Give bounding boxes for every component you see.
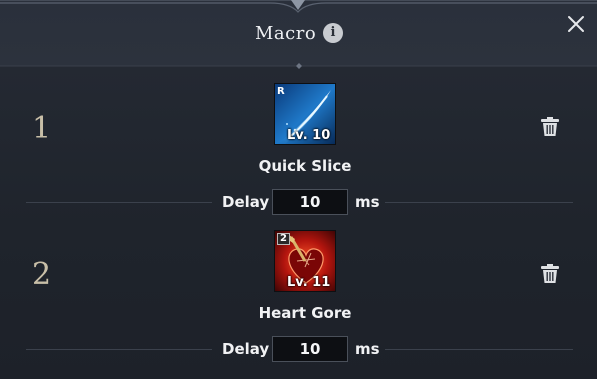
- delay-input[interactable]: [272, 189, 348, 215]
- delay-label: Delay: [222, 193, 270, 211]
- trash-icon[interactable]: [539, 116, 561, 138]
- top-ornament: [0, 0, 597, 13]
- close-icon[interactable]: [566, 14, 586, 34]
- skill-name: Quick Slice: [258, 157, 352, 175]
- skill-slot[interactable]: R Lv. 10: [274, 83, 336, 145]
- divider-line: [26, 349, 212, 350]
- skill-level: Lv. 10: [287, 128, 331, 143]
- delay-input[interactable]: [272, 336, 348, 362]
- info-icon[interactable]: i: [323, 23, 343, 43]
- skill-slot[interactable]: 2 Lv. 11: [274, 230, 336, 292]
- skill-level: Lv. 11: [287, 275, 331, 290]
- step-number: 1: [32, 111, 52, 146]
- divider-line: [385, 349, 573, 350]
- unit-label: ms: [355, 193, 380, 211]
- step-number: 2: [32, 257, 52, 292]
- header-divider: [0, 63, 597, 69]
- divider-line: [385, 202, 573, 203]
- window-title: Macro: [255, 23, 317, 44]
- skill-badge: 2: [277, 233, 290, 245]
- delay-label: Delay: [222, 340, 270, 358]
- divider-line: [26, 202, 212, 203]
- skill-name: Heart Gore: [258, 304, 352, 322]
- trash-icon[interactable]: [539, 263, 561, 285]
- macro-window: Macro i 1 R Lv. 10 Quick Slice Delay 10 …: [0, 0, 597, 379]
- window-header: Macro i: [0, 0, 597, 69]
- skill-badge: R: [277, 86, 285, 97]
- unit-label: ms: [355, 340, 380, 358]
